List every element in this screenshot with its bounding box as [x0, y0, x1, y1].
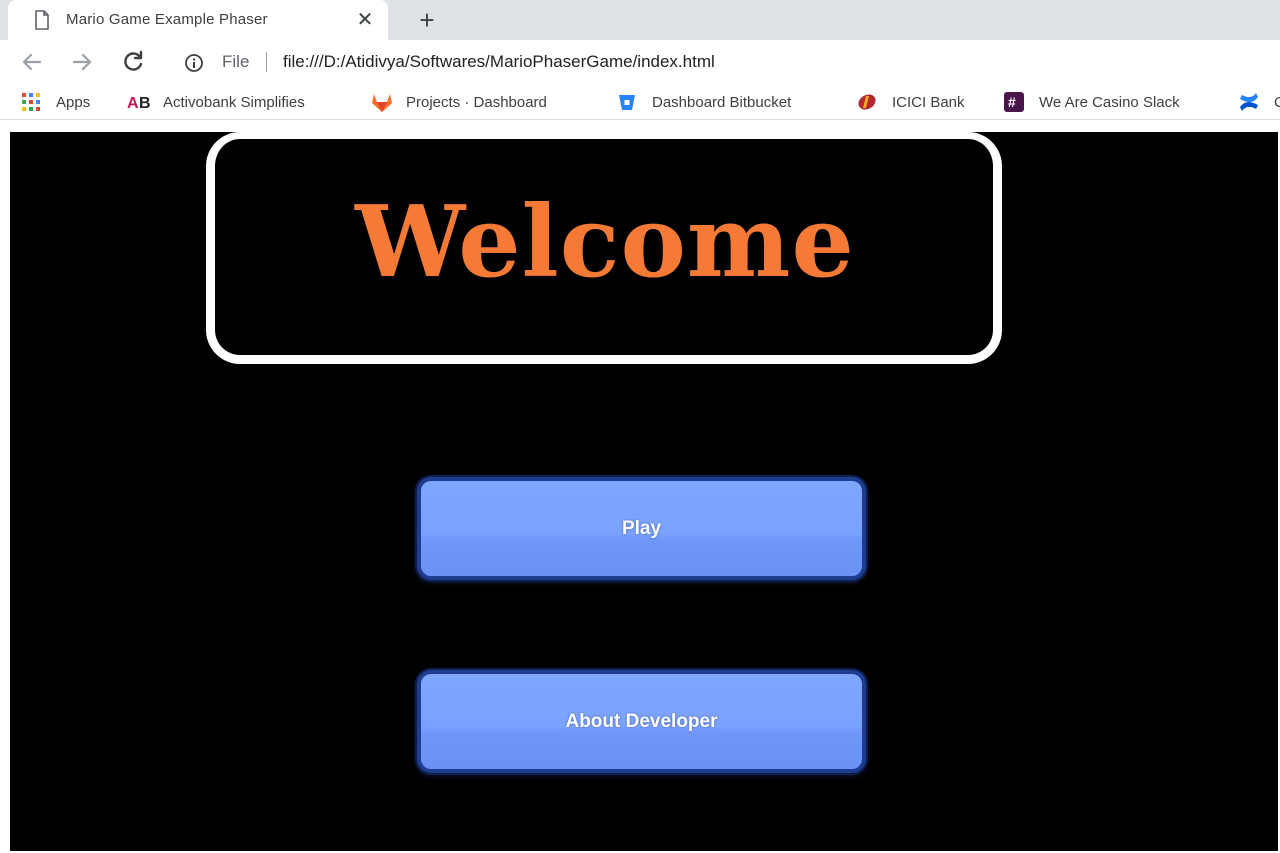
svg-text:#: # — [1008, 94, 1016, 110]
play-button-label: Play — [621, 517, 662, 539]
reload-icon — [119, 48, 147, 76]
slack-hash-icon: # — [1003, 91, 1025, 113]
info-icon[interactable] — [184, 53, 204, 73]
bookmarks-bar: Apps A B Activobank Simplifies Projects … — [0, 84, 1280, 120]
gitlab-icon — [370, 91, 392, 113]
bookmark-label: Apps — [56, 93, 91, 111]
browser-toolbar: File file:///D:/Atidivya/Softwares/Mario… — [0, 40, 1280, 84]
confluence-icon — [1238, 91, 1260, 113]
bookmark-label: Activobank Simplifies — [163, 93, 305, 111]
tab-title: Mario Game Example Phaser — [66, 11, 268, 28]
bookmark-confluence[interactable]: C — [1238, 90, 1280, 114]
svg-text:B: B — [139, 95, 151, 112]
url-text[interactable]: file:///D:/Atidivya/Softwares/MarioPhase… — [283, 52, 715, 72]
game-canvas[interactable]: Welcome Play About Developer — [10, 132, 1278, 851]
about-developer-button-label: About Developer — [565, 710, 718, 732]
tab-strip: Mario Game Example Phaser ✕ + — [0, 0, 1280, 40]
bookmark-bitbucket[interactable]: Dashboard Bitbucket — [616, 90, 791, 114]
address-bar[interactable]: File file:///D:/Atidivya/Softwares/Mario… — [168, 43, 1280, 81]
svg-text:A: A — [127, 95, 139, 112]
document-icon — [34, 10, 50, 30]
chip-divider — [266, 52, 267, 72]
play-button[interactable]: Play — [417, 477, 866, 580]
close-tab-icon[interactable]: ✕ — [353, 8, 377, 32]
bookmark-label: C — [1274, 93, 1280, 111]
welcome-panel: Welcome — [206, 132, 1002, 364]
bookmark-label: Projects · Dashboard — [406, 93, 547, 111]
reload-button[interactable] — [119, 48, 147, 76]
about-developer-button[interactable]: About Developer — [417, 670, 866, 773]
new-tab-button[interactable]: + — [413, 6, 441, 34]
bookmark-apps[interactable]: Apps — [20, 90, 90, 114]
scheme-chip: File — [222, 52, 250, 71]
bookmark-label: Dashboard Bitbucket — [652, 93, 792, 111]
bookmark-label: ICICI Bank — [892, 93, 965, 111]
bookmark-gitlab[interactable]: Projects · Dashboard — [370, 90, 547, 114]
welcome-title: Welcome — [355, 185, 855, 300]
arrow-left-icon — [18, 48, 46, 76]
tab-mario-game[interactable]: Mario Game Example Phaser ✕ — [8, 0, 388, 40]
arrow-right-icon — [68, 48, 96, 76]
activobank-icon: A B — [127, 91, 151, 113]
forward-button[interactable] — [68, 48, 96, 76]
back-button[interactable] — [18, 48, 46, 76]
bitbucket-icon — [616, 91, 638, 113]
bookmark-activobank[interactable]: A B Activobank Simplifies — [127, 90, 305, 114]
apps-grid-icon — [20, 91, 42, 113]
bookmark-label: We Are Casino Slack — [1039, 93, 1180, 111]
bookmark-icici[interactable]: ICICI Bank — [856, 90, 965, 114]
icici-icon — [856, 91, 878, 113]
bookmark-slack[interactable]: # We Are Casino Slack — [1003, 90, 1180, 114]
